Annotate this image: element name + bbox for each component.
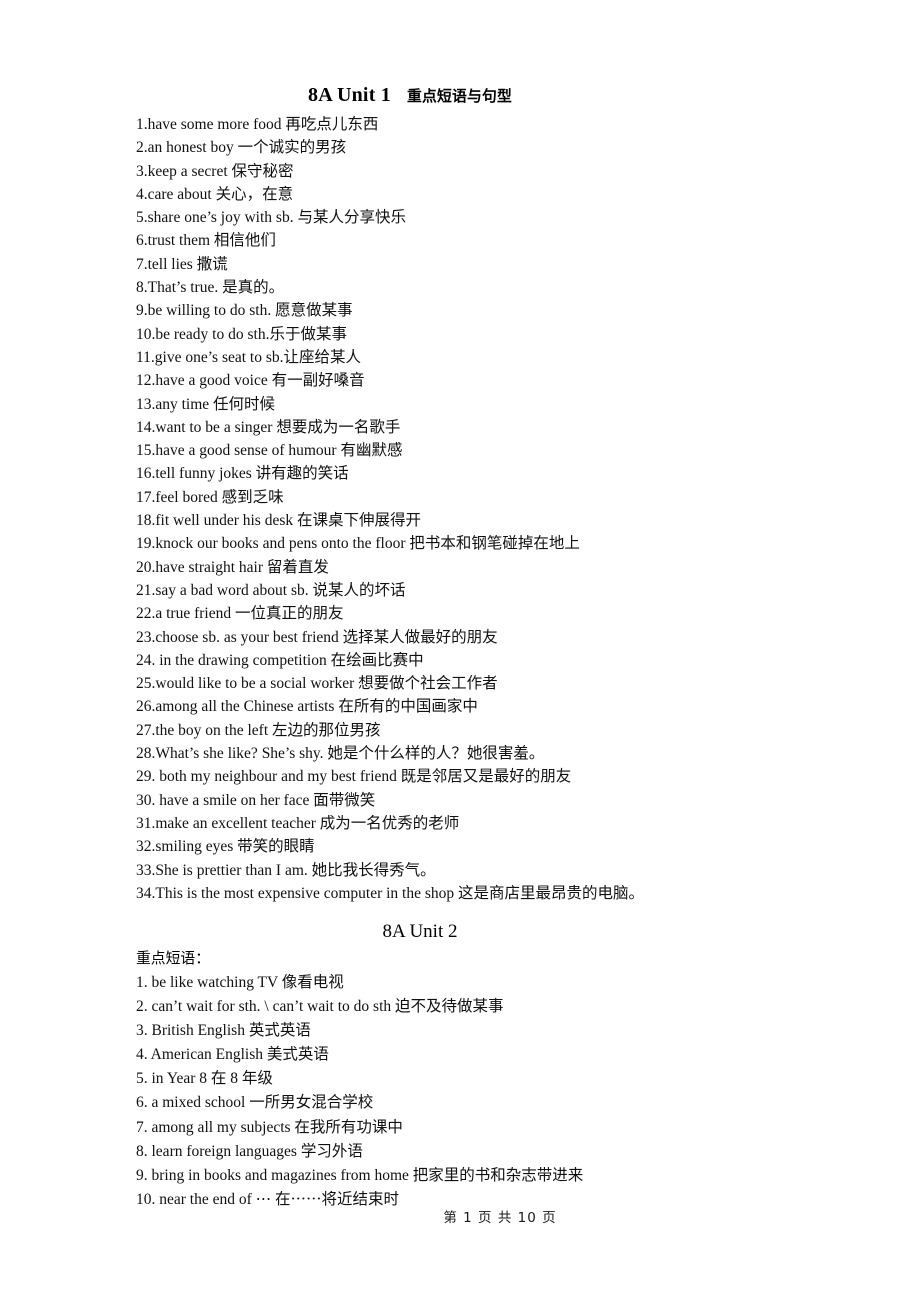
list-item: 18.fit well under his desk 在课桌下伸展得开 <box>136 512 422 530</box>
list-item: 13.any time 任何时候 <box>136 395 276 413</box>
unit1-phrase-list: 1.have some more food 再吃点儿东西 2.an honest… <box>136 113 644 905</box>
unit1-heading-en: 8A Unit 1 <box>308 84 391 106</box>
list-item: 17.feel bored 感到乏味 <box>136 488 284 506</box>
list-item: 6.trust them 相信他们 <box>136 232 276 250</box>
list-item: 22.a true friend 一位真正的朋友 <box>136 605 344 623</box>
list-item: 2. can’t wait for sth. \ can’t wait to d… <box>136 998 504 1016</box>
list-item: 2.an honest boy 一个诚实的男孩 <box>136 139 347 157</box>
list-item: 24. in the drawing competition 在绘画比赛中 <box>136 651 424 669</box>
list-item: 21.say a bad word about sb. 说某人的坏话 <box>136 581 406 599</box>
list-item: 7. among all my subjects 在我所有功课中 <box>136 1118 403 1136</box>
list-item: 33.She is prettier than I am. 她比我长得秀气。 <box>136 861 436 879</box>
list-item: 16.tell funny jokes 讲有趣的笑话 <box>136 465 349 483</box>
list-item: 32.smiling eyes 带笑的眼睛 <box>136 838 315 856</box>
unit1-heading-cn: 重点短语与句型 <box>406 88 512 105</box>
list-item: 4.care about 关心，在意 <box>136 185 294 203</box>
list-item: 31.make an excellent teacher 成为一名优秀的老师 <box>136 814 460 832</box>
list-item: 5. in Year 8 在 8 年级 <box>136 1070 273 1088</box>
list-item: 8.That’s true. 是真的。 <box>136 279 285 297</box>
list-item: 1.have some more food 再吃点儿东西 <box>136 116 379 133</box>
list-item: 30. have a smile on her face 面带微笑 <box>136 791 376 809</box>
list-item: 5.share one’s joy with sb. 与某人分享快乐 <box>136 209 406 227</box>
list-item: 11.give one’s seat to sb.让座给某人 <box>136 348 362 366</box>
list-item: 20.have straight hair 留着直发 <box>136 558 329 576</box>
document-page: 8A Unit 1 重点短语与句型 1.have some more food 再… <box>0 0 920 1302</box>
list-item: 19.knock our books and pens onto the flo… <box>136 535 580 553</box>
unit2-phrase-list: 1. be like watching TV 像看电视 2. can’t wai… <box>136 971 583 1212</box>
list-item: 8. learn foreign languages 学习外语 <box>136 1142 363 1160</box>
list-item: 7.tell lies 撒谎 <box>136 255 228 273</box>
list-item: 28.What’s she like? She’s shy. 她是个什么样的人？… <box>136 745 545 763</box>
list-item: 29. both my neighbour and my best friend… <box>136 768 572 786</box>
list-item: 10.be ready to do sth.乐于做某事 <box>136 325 347 343</box>
list-item: 34.This is the most expensive computer i… <box>136 884 645 902</box>
list-item: 9. bring in books and magazines from hom… <box>136 1166 584 1184</box>
unit2-heading: 8A Unit 2 <box>382 921 458 942</box>
list-item: 3. British English 英式英语 <box>136 1022 311 1040</box>
list-item: 25.would like to be a social worker 想要做个… <box>136 675 498 693</box>
list-item: 3.keep a secret 保守秘密 <box>136 162 294 180</box>
page-footer: 第 1 页 共 10 页 <box>443 1210 557 1226</box>
unit2-section-label: 重点短语： <box>136 950 210 967</box>
list-item: 23.choose sb. as your best friend 选择某人做最… <box>136 628 498 646</box>
list-item: 9.be willing to do sth. 愿意做某事 <box>136 302 353 320</box>
list-item: 12.have a good voice 有一副好嗓音 <box>136 372 365 390</box>
list-item: 4. American English 美式英语 <box>136 1046 329 1064</box>
list-item: 26.among all the Chinese artists 在所有的中国画… <box>136 698 478 716</box>
list-item: 14.want to be a singer 想要成为一名歌手 <box>136 418 401 436</box>
unit1-heading: 8A Unit 1 重点短语与句型 <box>0 84 820 107</box>
list-item: 1. be like watching TV 像看电视 <box>136 974 344 991</box>
list-item: 6. a mixed school 一所男女混合学校 <box>136 1094 374 1112</box>
list-item: 15.have a good sense of humour 有幽默感 <box>136 442 403 460</box>
list-item: 27.the boy on the left 左边的那位男孩 <box>136 721 381 739</box>
